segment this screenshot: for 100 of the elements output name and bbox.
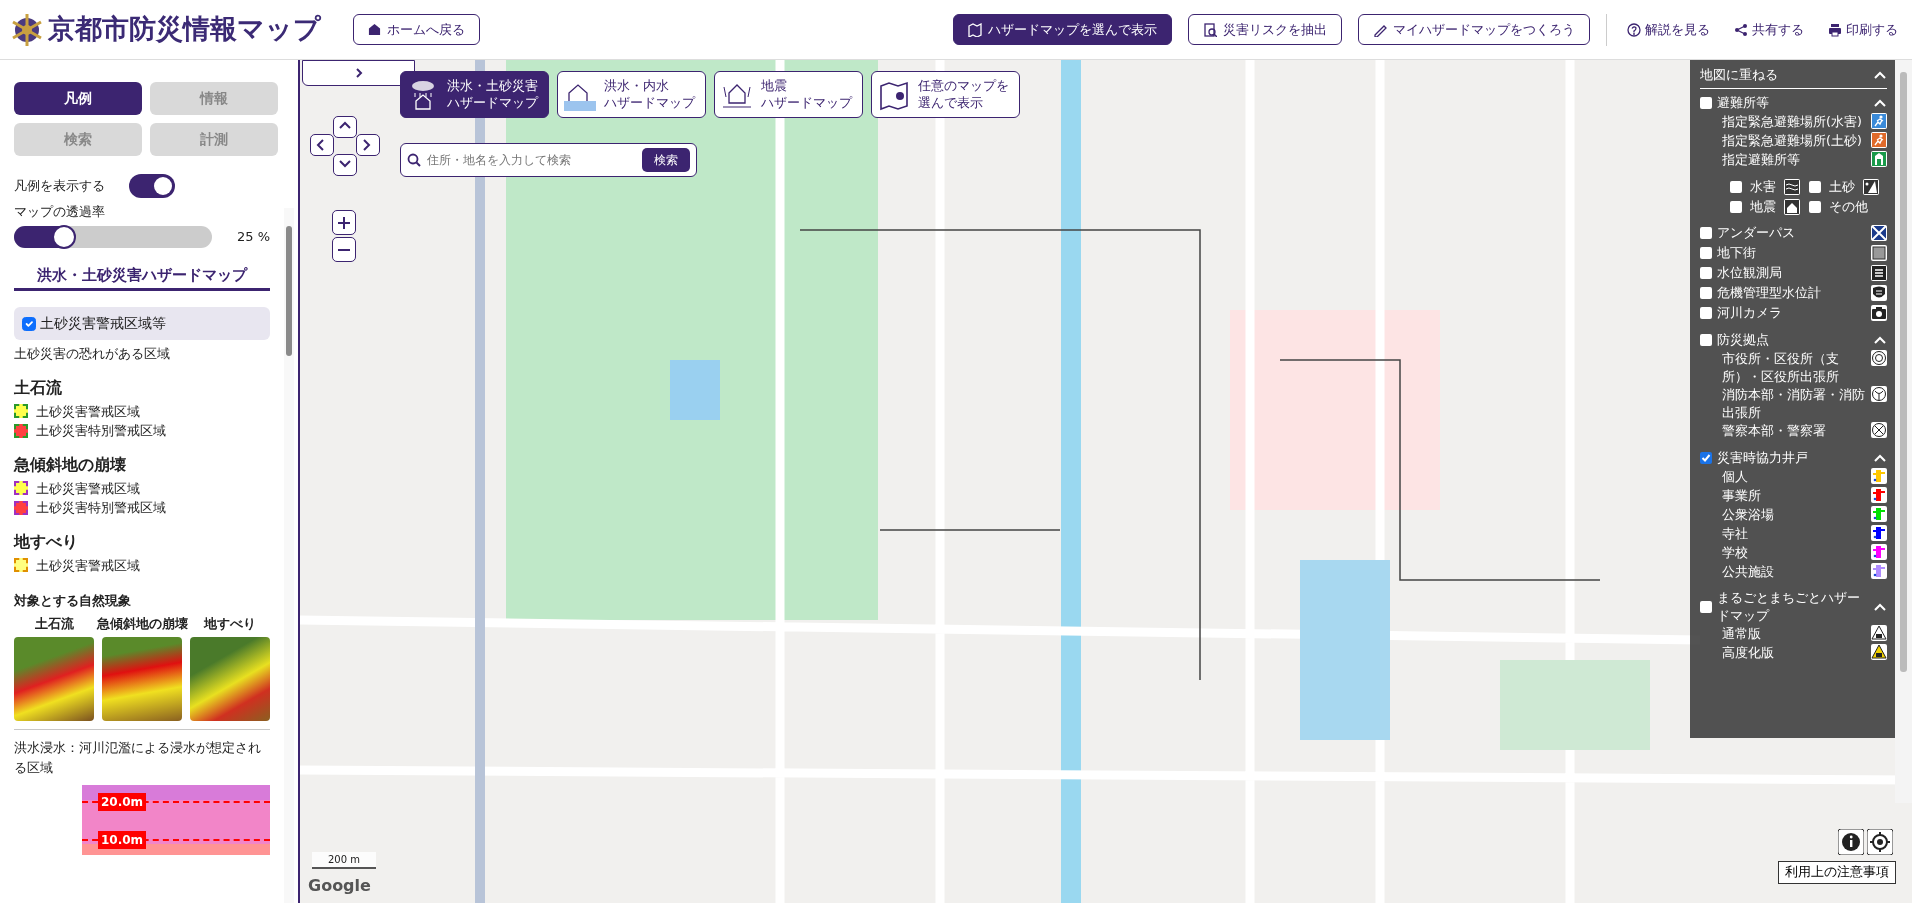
crest-logo: [10, 12, 44, 47]
square-icon: [1871, 245, 1887, 261]
layer-item-label: 事業所: [1722, 487, 1762, 505]
legend-heading: 地すべり: [14, 530, 79, 553]
plus-icon: [338, 216, 350, 229]
collapse-caret-icon[interactable]: [1873, 335, 1887, 345]
home-button[interactable]: ホームへ戻る: [353, 13, 480, 46]
checkbox[interactable]: [1700, 601, 1712, 613]
panel-title: 地図に重ねる: [1700, 66, 1779, 84]
pan-right-button[interactable]: [356, 134, 380, 156]
layer-label: 避難所等: [1717, 94, 1770, 112]
app-title: 京都市防災情報マップ: [48, 12, 321, 47]
checkbox[interactable]: [1700, 267, 1712, 279]
home-icon: [368, 23, 381, 36]
legend-label: 土砂災害特別警戒区域: [36, 422, 166, 440]
layer-item-label: 高度化版: [1722, 644, 1775, 662]
hazard-map-tab[interactable]: 洪水・内水 ハザードマップ: [557, 71, 706, 118]
info-icon[interactable]: [1838, 829, 1864, 855]
hazard-map-tab[interactable]: 洪水・土砂災害 ハザードマップ: [400, 71, 549, 118]
layer-item-label: 学校: [1722, 544, 1749, 562]
locate-icon[interactable]: [1867, 829, 1893, 855]
pan-down-button[interactable]: [333, 154, 357, 176]
x-circle-icon: [1871, 422, 1887, 438]
checkbox[interactable]: [1700, 307, 1712, 319]
checkbox[interactable]: [1700, 287, 1712, 299]
checkbox[interactable]: [1808, 201, 1821, 213]
water-pump-icon: [1871, 563, 1887, 579]
header-button[interactable]: ハザードマップを選んで表示: [953, 13, 1172, 46]
zoom-in-button[interactable]: [332, 210, 356, 235]
share-icon: [1734, 22, 1748, 37]
help-icon: [1627, 22, 1641, 37]
collapse-caret-icon[interactable]: [1873, 98, 1887, 108]
checkbox[interactable]: [1700, 247, 1712, 259]
layer-label: アンダーパス: [1717, 224, 1796, 242]
layer-item-label: 市役所・区役所（支所）・区役所出張所: [1722, 350, 1840, 386]
map-attribution: Google: [308, 875, 371, 897]
warning-triangle-icon: [1871, 644, 1887, 660]
layer-item-label: 警察本部・警察署: [1722, 422, 1827, 440]
water-level-icon: [1871, 265, 1887, 281]
falling-rocks-icon: [1862, 179, 1879, 195]
layer-item-label: 指定避難所等: [1722, 151, 1801, 169]
header-button[interactable]: 災害リスクを抽出: [1188, 13, 1342, 46]
collapse-caret-icon[interactable]: [1873, 602, 1887, 612]
pan-up-button[interactable]: [333, 116, 357, 138]
legend-heading: 急傾斜地の崩壊: [14, 453, 127, 476]
option-label: その他: [1828, 198, 1868, 216]
layer-label: 防災拠点: [1717, 331, 1770, 349]
header-link[interactable]: 印刷する: [1824, 17, 1902, 42]
water-pump-icon: [1871, 525, 1887, 541]
option-label: 土砂: [1828, 178, 1855, 196]
collapse-caret-icon[interactable]: [1873, 70, 1887, 80]
waves-icon: [1784, 179, 1800, 195]
opacity-value: 25 %: [236, 227, 270, 246]
checkbox[interactable]: [1700, 97, 1712, 109]
opacity-slider-track[interactable]: [14, 225, 212, 248]
checkbox[interactable]: [1730, 181, 1742, 193]
layer-label: 土砂災害警戒区域等: [40, 314, 166, 333]
header-button[interactable]: マイハザードマップをつくろう: [1358, 13, 1590, 46]
zoom-out-button[interactable]: [332, 237, 356, 262]
checkbox[interactable]: [1808, 181, 1821, 193]
pan-left-button[interactable]: [310, 134, 334, 156]
option-label: 地震: [1750, 198, 1776, 216]
document-search-icon: [1203, 22, 1217, 37]
hazard-map-tab[interactable]: 地震 ハザードマップ: [714, 71, 863, 118]
layer-item-label: 消防本部・消防署・消防出張所: [1722, 386, 1866, 422]
header-link[interactable]: 解説を見る: [1623, 17, 1714, 42]
y-circle-icon: [1871, 386, 1887, 402]
checkbox[interactable]: [1700, 334, 1712, 346]
collapse-caret-icon[interactable]: [1873, 453, 1887, 463]
print-icon: [1828, 22, 1842, 37]
warning-triangle-icon: [1871, 625, 1887, 641]
running-person-icon: [1871, 113, 1887, 129]
water-pump-icon: [1871, 506, 1887, 522]
scrollbar[interactable]: [284, 208, 294, 903]
scrollbar[interactable]: [1895, 60, 1912, 803]
chevron-right-icon: [354, 68, 363, 78]
search-button[interactable]: 検索: [642, 148, 690, 172]
depth-label: 10.0m: [98, 831, 147, 850]
notice-button[interactable]: 利用上の注意事項: [1778, 861, 1896, 884]
checkbox[interactable]: [1730, 201, 1742, 213]
layer-label: 水位観測局: [1717, 264, 1783, 282]
checkbox[interactable]: [1700, 227, 1712, 239]
collapse-button[interactable]: [302, 60, 415, 86]
layer-checkbox[interactable]: [22, 316, 36, 331]
crossed-roads-icon: [1871, 225, 1887, 241]
exit-door-icon: [1871, 151, 1887, 167]
search-icon: [407, 153, 421, 167]
sidebar-tab[interactable]: 凡例: [14, 82, 142, 115]
checkbox[interactable]: [1700, 452, 1712, 464]
header-link[interactable]: 共有する: [1730, 17, 1808, 42]
layer-item-label: 公共施設: [1722, 563, 1775, 581]
search-field[interactable]: 住所・地名を入力して検索 検索: [400, 143, 697, 177]
layer-item-label: 指定緊急避難場所(土砂): [1722, 132, 1863, 150]
phenomena-title: 対象とする自然現象: [14, 592, 132, 610]
layer-label: 地下街: [1717, 244, 1757, 262]
hazard-map-tab[interactable]: 任意のマップを 選んで表示: [871, 71, 1020, 118]
camera-icon: [1871, 305, 1887, 321]
legend-label: 土砂災害警戒区域: [36, 479, 140, 498]
phenomenon-label: 土石流: [34, 614, 74, 633]
legend-toggle[interactable]: [129, 174, 175, 198]
